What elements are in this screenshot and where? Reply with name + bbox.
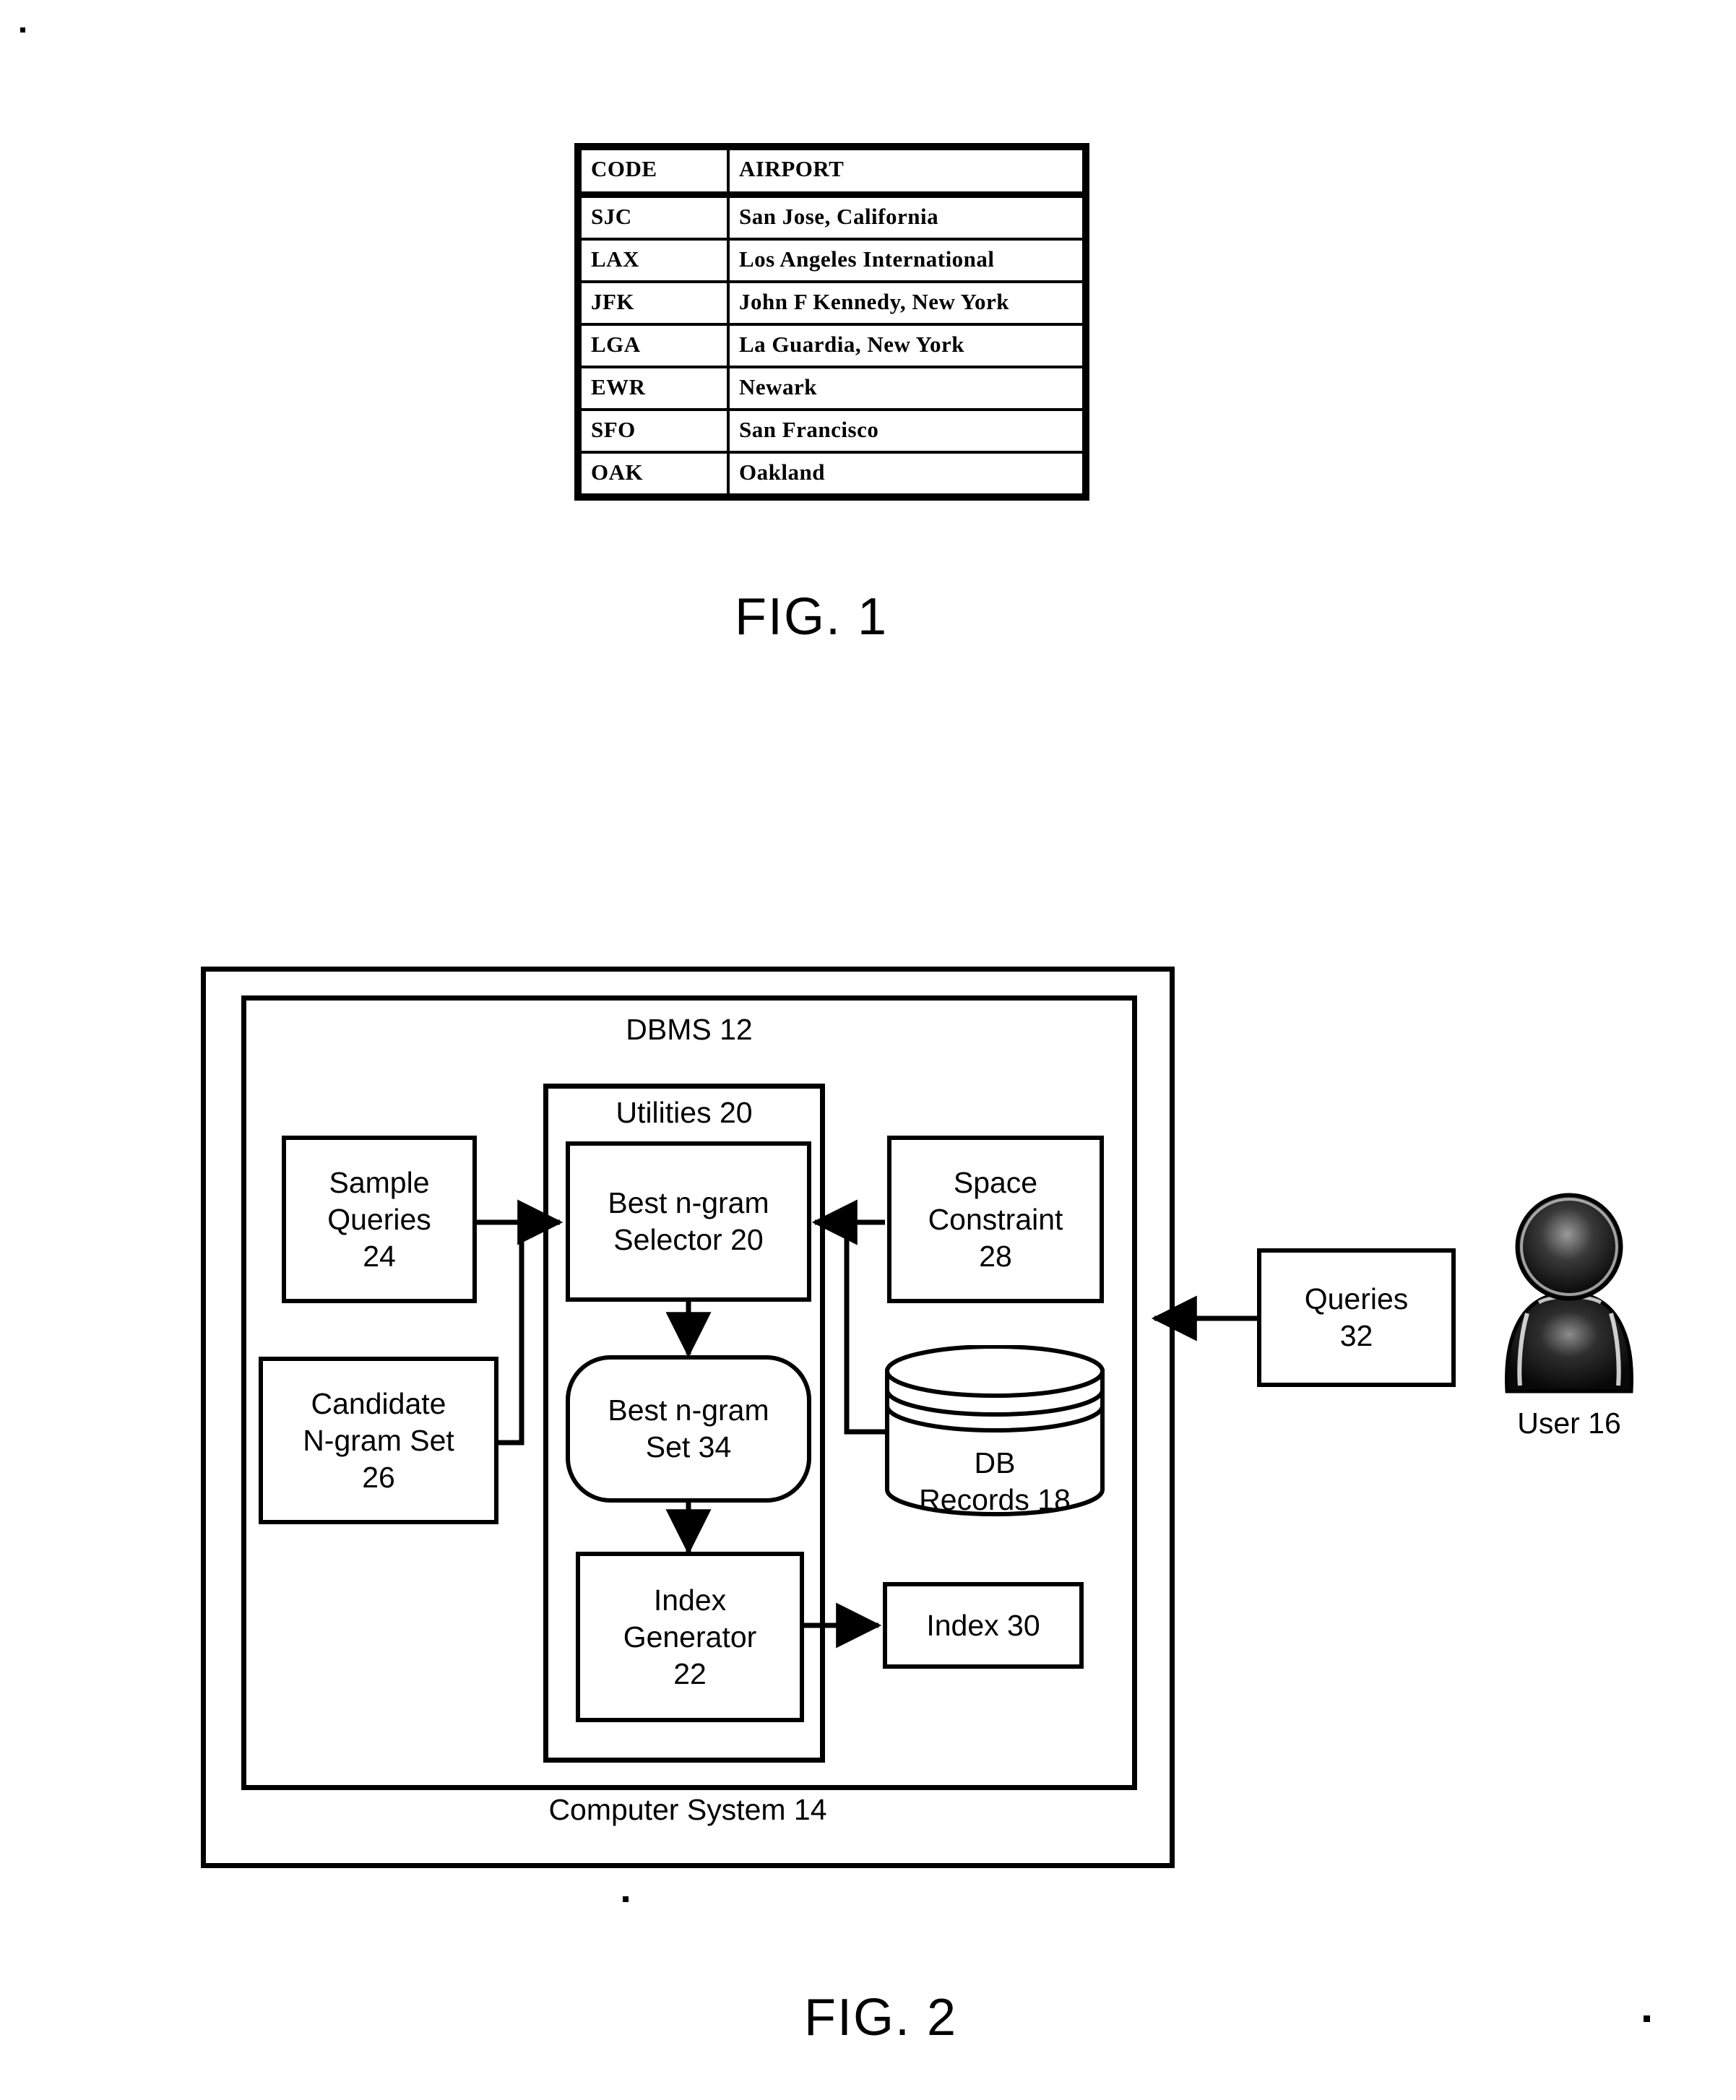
database-cylinder-icon (883, 1345, 1107, 1518)
figure-2-caption: FIG. 2 (804, 1989, 958, 2047)
scan-artifact-dot (1644, 2015, 1650, 2022)
scan-artifact-dot (20, 27, 25, 33)
figure-2-diagram: Computer System 14 DBMS 12 Utilities 20 … (0, 0, 1736, 2100)
utilities-container (543, 1084, 825, 1763)
user-person-icon (1482, 1185, 1656, 1401)
scan-artifact-dot (623, 1896, 629, 1902)
